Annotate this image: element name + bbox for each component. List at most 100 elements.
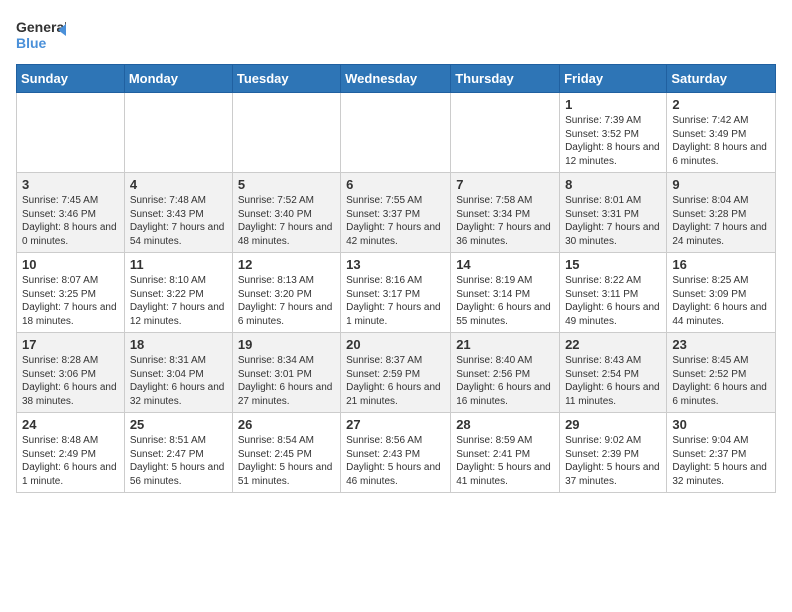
day-cell: 28Sunrise: 8:59 AM Sunset: 2:41 PM Dayli… [451,413,560,493]
day-info: Sunrise: 7:48 AM Sunset: 3:43 PM Dayligh… [130,195,225,247]
header-row: SundayMondayTuesdayWednesdayThursdayFrid… [17,65,776,93]
day-cell: 1 Sunrise: 7:39 AM Sunset: 3:52 PM Daylig… [560,93,667,173]
day-info: Sunrise: 8:16 AM Sunset: 3:17 PM Dayligh… [346,275,441,327]
header-cell-monday: Monday [124,65,232,93]
day-info: Sunrise: 8:19 AM Sunset: 3:14 PM Dayligh… [456,275,551,327]
day-number: 29 [565,417,661,432]
day-number: 26 [238,417,335,432]
day-info: Sunrise: 8:56 AM Sunset: 2:43 PM Dayligh… [346,435,441,487]
day-cell [17,93,125,173]
day-cell: 10 Sunrise: 8:07 AM Sunset: 3:25 PM Dayli… [17,253,125,333]
week-row-2: 3Sunrise: 7:45 AM Sunset: 3:46 PM Daylig… [17,173,776,253]
day-info: Sunrise: 9:02 AM Sunset: 2:39 PM Dayligh… [565,435,660,487]
logo-svg: GeneralBlue [16,16,66,54]
day-number: 27 [346,417,445,432]
day-info: Sunrise: 8:43 AM Sunset: 2:54 PM Dayligh… [565,355,660,407]
day-info: Sunrise: 8:10 AM Sunset: 3:22 PM Dayligh… [130,275,225,327]
day-cell: 5Sunrise: 7:52 AM Sunset: 3:40 PM Daylig… [232,173,340,253]
day-cell: 23Sunrise: 8:45 AM Sunset: 2:52 PM Dayli… [667,333,776,413]
day-cell: 14Sunrise: 8:19 AM Sunset: 3:14 PM Dayli… [451,253,560,333]
day-number: 13 [346,257,445,272]
logo: GeneralBlue [16,16,66,54]
day-number: 5 [238,177,335,192]
day-cell: 27 Sunrise: 8:56 AM Sunset: 2:43 PM Dayli… [341,413,451,493]
day-cell: 19 Sunrise: 8:34 AM Sunset: 3:01 PM Dayli… [232,333,340,413]
day-info: Sunrise: 9:04 AM Sunset: 2:37 PM Dayligh… [672,435,767,487]
day-cell: 12Sunrise: 8:13 AM Sunset: 3:20 PM Dayli… [232,253,340,333]
day-cell: 9 Sunrise: 8:04 AM Sunset: 3:28 PM Daylig… [667,173,776,253]
week-row-5: 24 Sunrise: 8:48 AM Sunset: 2:49 PM Dayli… [17,413,776,493]
day-cell: 20 Sunrise: 8:37 AM Sunset: 2:59 PM Dayli… [341,333,451,413]
day-cell: 11 Sunrise: 8:10 AM Sunset: 3:22 PM Dayli… [124,253,232,333]
header-cell-saturday: Saturday [667,65,776,93]
header-cell-tuesday: Tuesday [232,65,340,93]
day-cell: 16 Sunrise: 8:25 AM Sunset: 3:09 PM Dayli… [667,253,776,333]
day-info: Sunrise: 8:48 AM Sunset: 2:49 PM Dayligh… [22,435,117,487]
day-info: Sunrise: 8:25 AM Sunset: 3:09 PM Dayligh… [672,275,767,327]
header-cell-sunday: Sunday [17,65,125,93]
day-cell: 22 Sunrise: 8:43 AM Sunset: 2:54 PM Dayli… [560,333,667,413]
day-number: 30 [672,417,770,432]
day-number: 21 [456,337,554,352]
day-number: 11 [130,257,227,272]
day-cell: 13 Sunrise: 8:16 AM Sunset: 3:17 PM Dayli… [341,253,451,333]
svg-text:Blue: Blue [16,35,47,51]
day-info: Sunrise: 8:28 AM Sunset: 3:06 PM Dayligh… [22,355,117,407]
day-number: 18 [130,337,227,352]
day-cell: 21 Sunrise: 8:40 AM Sunset: 2:56 PM Dayli… [451,333,560,413]
week-row-1: 1 Sunrise: 7:39 AM Sunset: 3:52 PM Daylig… [17,93,776,173]
day-cell: 17Sunrise: 8:28 AM Sunset: 3:06 PM Dayli… [17,333,125,413]
day-info: Sunrise: 8:37 AM Sunset: 2:59 PM Dayligh… [346,355,441,407]
day-info: Sunrise: 8:40 AM Sunset: 2:56 PM Dayligh… [456,355,551,407]
day-info: Sunrise: 7:42 AM Sunset: 3:49 PM Dayligh… [672,115,767,167]
day-number: 7 [456,177,554,192]
header-cell-wednesday: Wednesday [341,65,451,93]
day-cell: 30 Sunrise: 9:04 AM Sunset: 2:37 PM Dayli… [667,413,776,493]
day-number: 25 [130,417,227,432]
day-cell: 8 Sunrise: 8:01 AM Sunset: 3:31 PM Daylig… [560,173,667,253]
day-number: 24 [22,417,119,432]
week-row-3: 10 Sunrise: 8:07 AM Sunset: 3:25 PM Dayli… [17,253,776,333]
day-cell [124,93,232,173]
header: GeneralBlue [16,16,776,54]
day-info: Sunrise: 8:31 AM Sunset: 3:04 PM Dayligh… [130,355,225,407]
day-info: Sunrise: 8:34 AM Sunset: 3:01 PM Dayligh… [238,355,333,407]
day-number: 4 [130,177,227,192]
day-info: Sunrise: 8:54 AM Sunset: 2:45 PM Dayligh… [238,435,333,487]
day-number: 10 [22,257,119,272]
day-number: 9 [672,177,770,192]
day-number: 2 [672,97,770,112]
day-number: 16 [672,257,770,272]
day-info: Sunrise: 8:51 AM Sunset: 2:47 PM Dayligh… [130,435,225,487]
day-number: 15 [565,257,661,272]
day-number: 19 [238,337,335,352]
day-cell: 2 Sunrise: 7:42 AM Sunset: 3:49 PM Daylig… [667,93,776,173]
day-number: 20 [346,337,445,352]
day-cell [451,93,560,173]
day-cell: 29 Sunrise: 9:02 AM Sunset: 2:39 PM Dayli… [560,413,667,493]
svg-text:General: General [16,19,66,35]
day-number: 8 [565,177,661,192]
day-cell: 7 Sunrise: 7:58 AM Sunset: 3:34 PM Daylig… [451,173,560,253]
day-number: 1 [565,97,661,112]
day-cell: 26 Sunrise: 8:54 AM Sunset: 2:45 PM Dayli… [232,413,340,493]
day-info: Sunrise: 7:39 AM Sunset: 3:52 PM Dayligh… [565,115,660,167]
day-cell: 3Sunrise: 7:45 AM Sunset: 3:46 PM Daylig… [17,173,125,253]
day-info: Sunrise: 8:01 AM Sunset: 3:31 PM Dayligh… [565,195,660,247]
day-info: Sunrise: 8:22 AM Sunset: 3:11 PM Dayligh… [565,275,660,327]
header-cell-thursday: Thursday [451,65,560,93]
week-row-4: 17Sunrise: 8:28 AM Sunset: 3:06 PM Dayli… [17,333,776,413]
day-cell: 24 Sunrise: 8:48 AM Sunset: 2:49 PM Dayli… [17,413,125,493]
day-number: 12 [238,257,335,272]
day-info: Sunrise: 8:45 AM Sunset: 2:52 PM Dayligh… [672,355,767,407]
day-cell: 6Sunrise: 7:55 AM Sunset: 3:37 PM Daylig… [341,173,451,253]
day-info: Sunrise: 7:58 AM Sunset: 3:34 PM Dayligh… [456,195,551,247]
day-number: 22 [565,337,661,352]
day-info: Sunrise: 8:59 AM Sunset: 2:41 PM Dayligh… [456,435,551,487]
day-info: Sunrise: 8:07 AM Sunset: 3:25 PM Dayligh… [22,275,117,327]
calendar-table: SundayMondayTuesdayWednesdayThursdayFrid… [16,64,776,493]
day-cell: 25 Sunrise: 8:51 AM Sunset: 2:47 PM Dayli… [124,413,232,493]
day-cell: 15 Sunrise: 8:22 AM Sunset: 3:11 PM Dayli… [560,253,667,333]
day-number: 6 [346,177,445,192]
day-info: Sunrise: 8:04 AM Sunset: 3:28 PM Dayligh… [672,195,767,247]
